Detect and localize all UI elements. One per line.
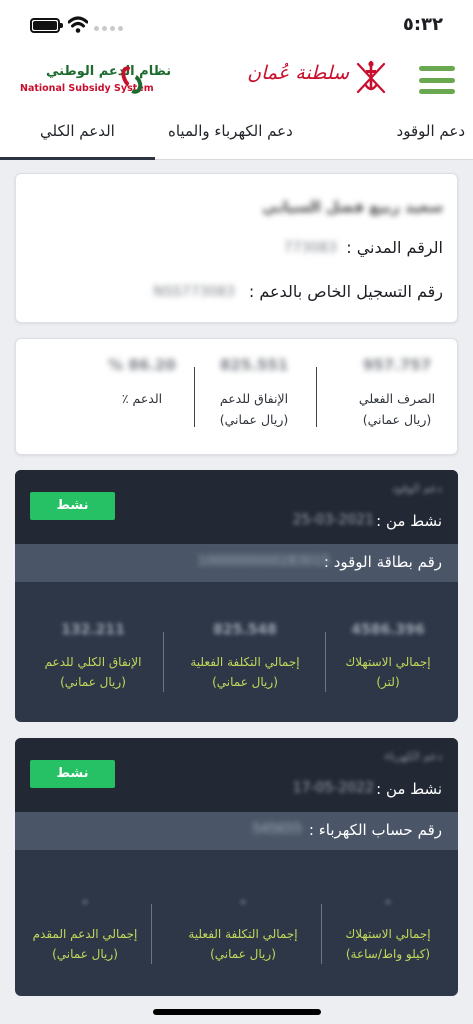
total-stats-card: 957.757 الصرف الفعلي (ريال عماني) 825.55…	[15, 338, 458, 455]
electricity-consumption-unit: (كيلو واط/ساعة)	[345, 947, 431, 961]
stat-subsidy-spend-unit: (ريال عماني)	[219, 412, 289, 427]
registration-value: NSS773083	[153, 284, 235, 300]
electricity-subsidy-provided-value: -	[82, 894, 88, 910]
divider	[316, 367, 317, 427]
electricity-actual-cost: - إجمالي التكلفة الفعلية (ريال عماني)	[173, 894, 313, 964]
stat-actual-spend-unit: (ريال عماني)	[362, 412, 432, 427]
electricity-subsidy-provided-unit: (ريال عماني)	[52, 947, 118, 961]
electricity-account-value: 545655	[252, 822, 302, 837]
electricity-actual-cost-label: إجمالي التكلفة الفعلية	[188, 927, 298, 941]
fuel-card-value: 1000000000283015	[197, 554, 330, 569]
electricity-consumption-value: -	[385, 894, 391, 910]
tab-total-subsidy[interactable]: الدعم الكلي	[40, 122, 115, 140]
app-header: نظام الدعم الوطني National Subsidy Syste…	[0, 52, 473, 110]
civil-id-value: 773083	[283, 240, 337, 256]
fuel-active-from-date: 25-03-2021	[292, 512, 374, 528]
tab-electricity-water-subsidy[interactable]: دعم الكهرباء والمياه	[168, 122, 293, 140]
status-badge: نشط	[30, 760, 115, 788]
electricity-active-from-label: نشط من :	[376, 780, 442, 798]
stat-subsidy-percent: % 86.20 الدعم ٪	[82, 339, 202, 409]
status-badge: نشط	[30, 492, 115, 520]
fuel-actual-cost-value: 825.548	[213, 622, 277, 638]
fuel-total-subsidy-spend: 132.211 الإنفاق الكلي للدعم (ريال عماني)	[23, 622, 163, 692]
divider	[321, 904, 322, 964]
fuel-actual-cost-label: إجمالي التكلفة الفعلية	[190, 655, 300, 669]
stat-subsidy-percent-value: % 86.20	[108, 356, 176, 374]
electricity-service-name: دعم الكهرباء	[384, 750, 443, 763]
stat-subsidy-spend-label: الإنفاق للدعم	[219, 391, 289, 406]
fuel-consumption-label: إجمالي الاستهلاك	[345, 655, 431, 669]
fuel-total-subsidy-spend-label: الإنفاق الكلي للدعم	[44, 655, 142, 669]
oman-emblem-icon	[356, 60, 386, 94]
fuel-actual-cost-unit: (ريال عماني)	[212, 675, 278, 689]
fuel-subsidy-card[interactable]: نشط دعم الوقود نشط من : 25-03-2021 رقم ب…	[15, 470, 458, 722]
electricity-active-from-date: 17-05-2022	[292, 780, 374, 796]
fuel-actual-cost: 825.548 إجمالي التكلفة الفعلية (ريال عما…	[175, 622, 315, 692]
fuel-consumption-value: 4586.396	[351, 622, 425, 638]
fuel-consumption-unit: (لتر)	[376, 675, 400, 689]
stat-actual-spend-value: 957.757	[362, 356, 432, 374]
battery-icon	[30, 18, 60, 33]
wifi-icon	[68, 16, 88, 33]
stat-subsidy-spend-value: 825.551	[219, 356, 289, 374]
oman-brand-text: سلطنة عُمان	[247, 62, 349, 84]
electricity-subsidy-provided-label: إجمالي الدعم المقدم	[32, 927, 138, 941]
divider	[325, 632, 326, 692]
electricity-account-label: رقم حساب الكهرباء :	[308, 821, 442, 839]
electricity-subsidy-provided: - إجمالي الدعم المقدم (ريال عماني)	[15, 894, 155, 964]
civil-id-label: الرقم المدني :	[346, 238, 443, 257]
registration-label: رقم التسجيل الخاص بالدعم :	[248, 282, 443, 301]
user-info-card: سعيد ربيع فضل السيابي الرقم المدني : 773…	[15, 173, 458, 323]
active-tab-indicator	[0, 157, 155, 160]
divider	[163, 632, 164, 692]
stat-subsidy-percent-label: الدعم ٪	[121, 391, 163, 406]
status-time: ٥:٣٢	[402, 14, 443, 35]
fuel-service-name: دعم الوقود	[391, 482, 442, 495]
stat-actual-spend-label: الصرف الفعلي	[358, 391, 436, 406]
fuel-total-subsidy-spend-value: 132.211	[61, 622, 125, 638]
nss-logo-icon	[118, 64, 145, 97]
electricity-actual-cost-value: -	[240, 894, 246, 910]
stat-actual-spend: 957.757 الصرف الفعلي (ريال عماني)	[337, 339, 457, 430]
nss-logo: نظام الدعم الوطني National Subsidy Syste…	[18, 64, 171, 98]
electricity-consumption: - إجمالي الاستهلاك (كيلو واط/ساعة)	[318, 894, 458, 964]
fuel-consumption: 4586.396 إجمالي الاستهلاك (لتر)	[318, 622, 458, 692]
user-name: سعيد ربيع فضل السيابي	[262, 198, 443, 216]
nss-logo-text-ar: نظام الدعم الوطني	[46, 64, 172, 79]
status-bar: ٥:٣٢	[0, 0, 473, 52]
electricity-subsidy-card[interactable]: نشط دعم الكهرباء نشط من : 17-05-2022 رقم…	[15, 738, 458, 996]
signal-icon	[94, 26, 123, 31]
tab-fuel-subsidy[interactable]: دعم الوقود	[397, 122, 465, 140]
electricity-consumption-label: إجمالي الاستهلاك	[345, 927, 431, 941]
hamburger-menu-icon[interactable]	[419, 66, 455, 94]
tab-bar: دعم الوقود دعم الكهرباء والمياه الدعم ال…	[0, 110, 473, 160]
electricity-actual-cost-unit: (ريال عماني)	[210, 947, 276, 961]
home-indicator[interactable]	[153, 1009, 321, 1015]
fuel-active-from-label: نشط من :	[376, 512, 442, 530]
fuel-total-subsidy-spend-unit: (ريال عماني)	[60, 675, 126, 689]
fuel-card-label: رقم بطاقة الوقود :	[323, 553, 442, 571]
stat-subsidy-spend: 825.551 الإنفاق للدعم (ريال عماني)	[194, 339, 314, 430]
